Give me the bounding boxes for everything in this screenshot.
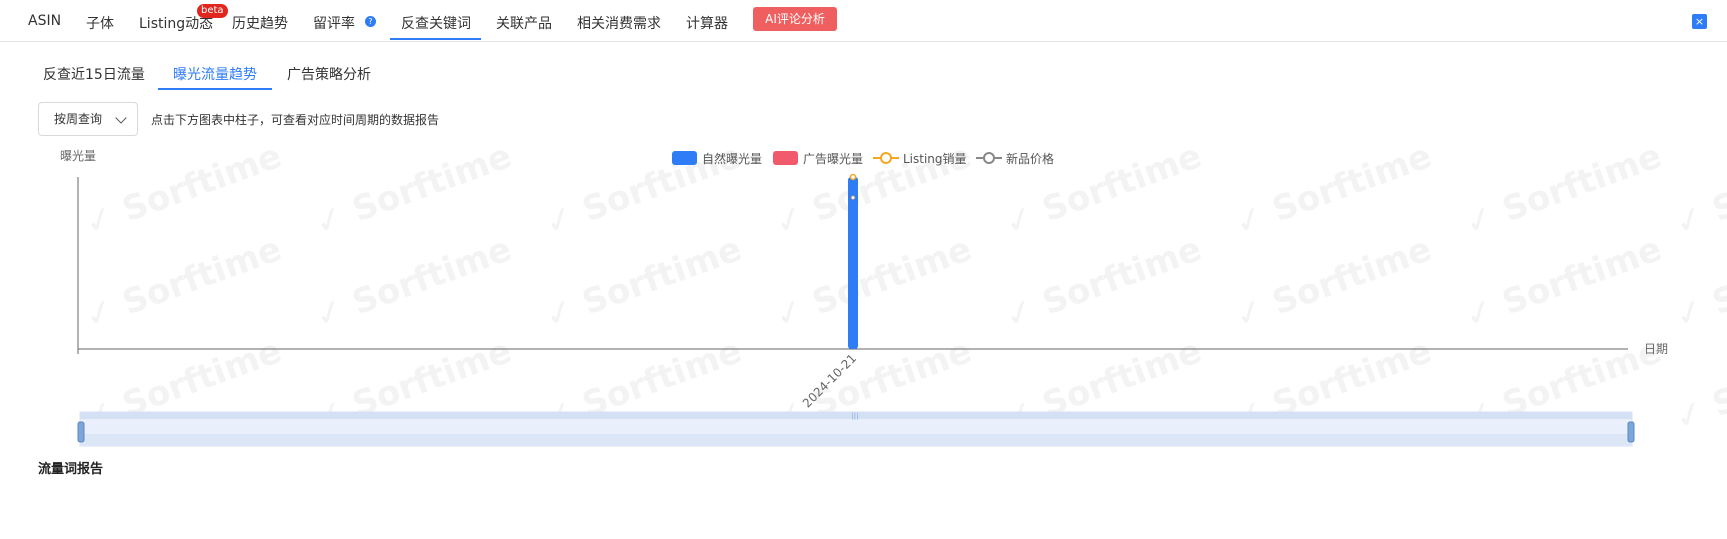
point-new-price [850, 195, 856, 201]
exposure-trend-chart: 2024-10-21 ||| [77, 173, 1635, 447]
datazoom-grip-icon: ||| [851, 412, 858, 420]
datazoom-handle-right[interactable] [1627, 421, 1635, 443]
datazoom-handle-left[interactable] [77, 421, 85, 443]
datazoom-data-shadow [80, 434, 1632, 446]
bar-natural-exposure[interactable] [848, 177, 858, 349]
x-tick-label: 2024-10-21 [800, 351, 859, 410]
point-listing-sales [849, 173, 857, 181]
traffic-keyword-report-title: 流量词报告 [38, 462, 104, 477]
